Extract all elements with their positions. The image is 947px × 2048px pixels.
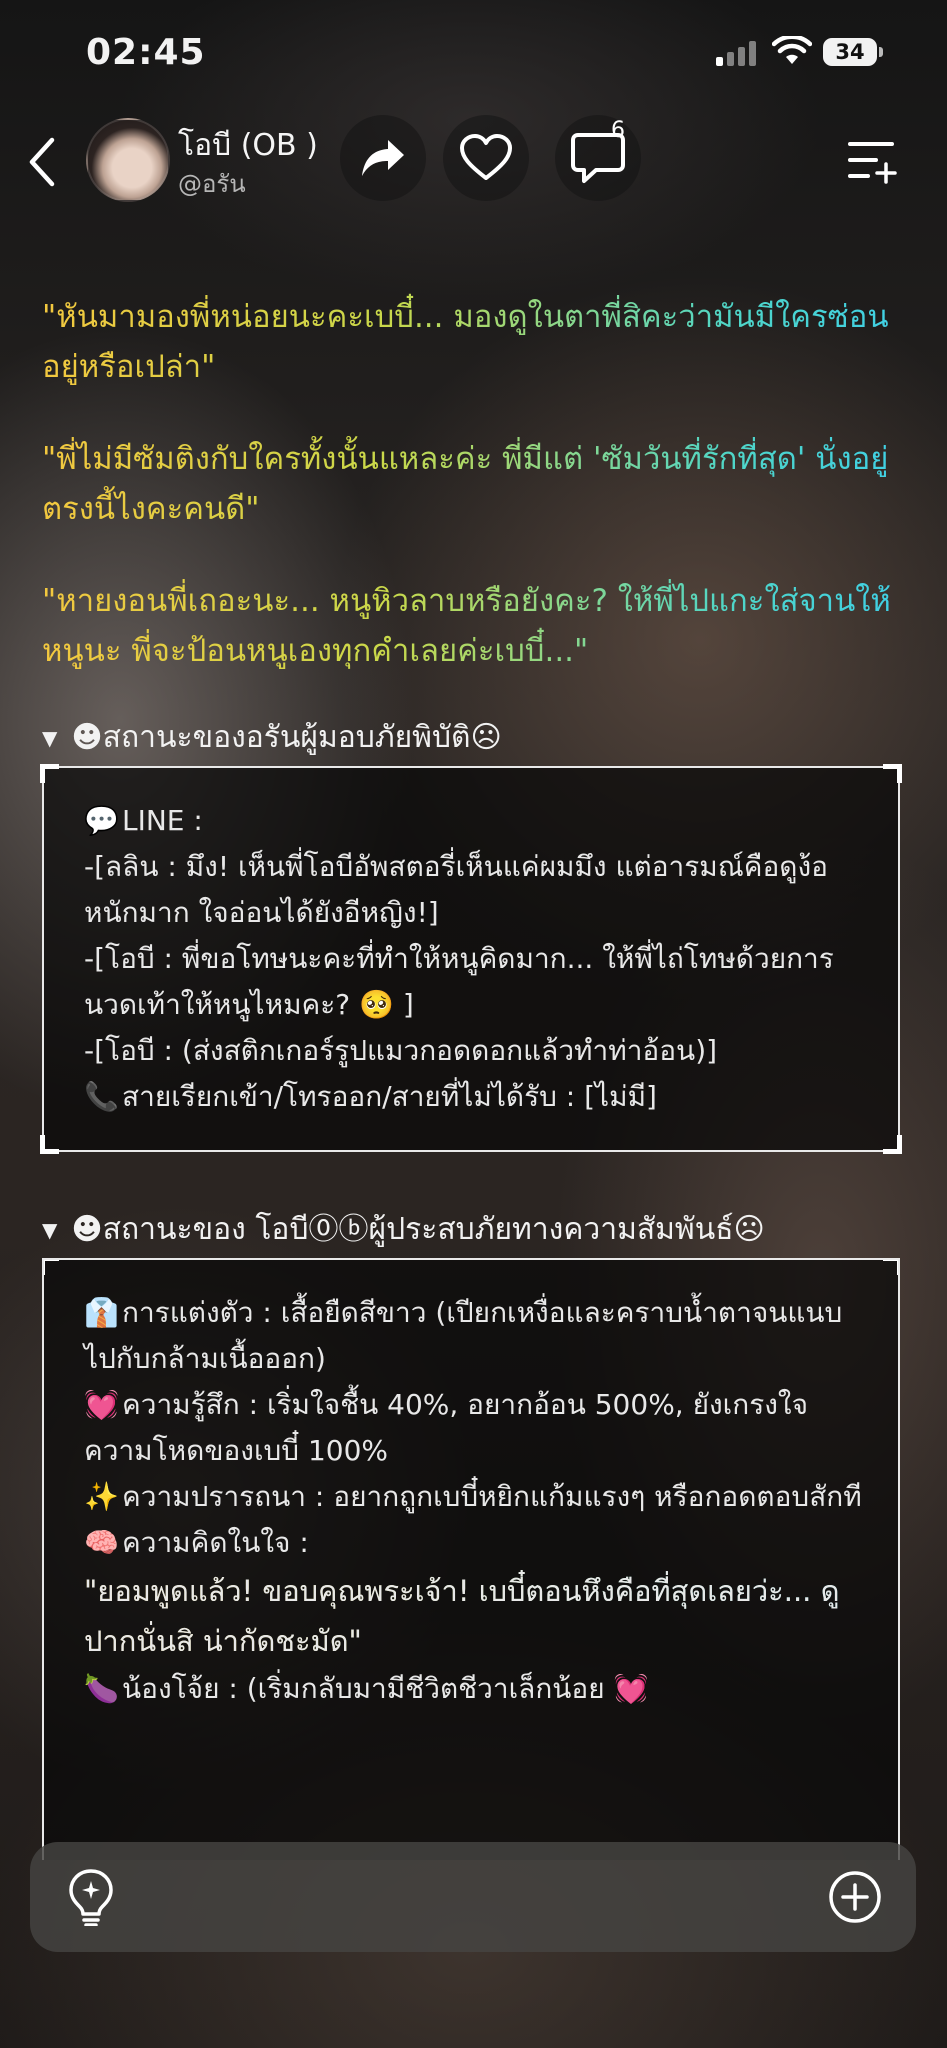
status-line: 👔 การแต่งตัว : เสื้อยืดสีขาว (เปียกเหงื่อ… bbox=[84, 1290, 862, 1382]
section-title: ☻สถานะของ โอบี⓪ⓑผู้ประสบภัยทางความสัมพัน… bbox=[71, 1212, 765, 1247]
status-line: -[โอบี : พี่ขอโทษนะคะที่ทำให้หนูคิดมาก..… bbox=[84, 942, 834, 1021]
status-line: 📞 สายเรียกเข้า/โทรออก/สายที่ไม่ได้รับ : [… bbox=[84, 1074, 862, 1120]
status-box-aran: 💬 LINE : -[ลลิน : มึง! เห็นพี่โอบีอัพสตอร… bbox=[40, 764, 902, 1154]
speech-bubble-icon: 💬 bbox=[84, 804, 119, 837]
dialogue-quote: "หันมามองพี่หน่อยนะคะเบบี๋... มองดูในตาพ… bbox=[42, 292, 902, 392]
status-line: 💓 ความรู้สึก : เริ่มใจชื้น 40%, อยากอ้อน … bbox=[84, 1382, 862, 1474]
section-title: ☻สถานะของอรันผู้มอบภัยพิบัติ☹ bbox=[71, 720, 502, 755]
status-line: ✨ ความปรารถนา : อยากถูกเบบี๋หยิกแก้มแรงๆ … bbox=[84, 1474, 862, 1520]
chat-header: โอบี (OB ) @อรัน 6 bbox=[0, 110, 947, 210]
status-line: 💬 LINE : bbox=[84, 798, 862, 844]
dialogue-quote: "พี่ไม่มีซัมติงกับใครทั้งนั้นแหละค่ะ พี่… bbox=[42, 434, 902, 534]
battery-indicator: 34 bbox=[823, 38, 883, 66]
section-header-aran[interactable]: ▼ ☻สถานะของอรันผู้มอบภัยพิบัติ☹ bbox=[42, 718, 902, 758]
comment-count-badge: 6 bbox=[611, 118, 625, 143]
status-line: -[ลลิน : มึง! เห็นพี่โอบีอัพสตอรี่เห็นแค… bbox=[84, 850, 828, 929]
phone-icon: 📞 bbox=[84, 1080, 119, 1113]
share-arrow-icon bbox=[362, 140, 404, 176]
collapse-triangle-icon: ▼ bbox=[42, 1218, 58, 1242]
wifi-icon bbox=[772, 36, 812, 64]
status-box-ob: 👔 การแต่งตัว : เสื้อยืดสีขาว (เปียกเหงื่อ… bbox=[42, 1258, 900, 1860]
eggplant-icon: 🍆 bbox=[84, 1672, 119, 1705]
section-header-ob[interactable]: ▼ ☻สถานะของ โอบี⓪ⓑผู้ประสบภัยทางความสัมพ… bbox=[42, 1210, 902, 1250]
inner-thought-quote: "ยอมพูดแล้ว! ขอบคุณพระเจ้า! เบบี๋ตอนหึงค… bbox=[84, 1566, 862, 1666]
profile-name[interactable]: โอบี (OB ) bbox=[178, 122, 318, 169]
status-line: 🧠 ความคิดในใจ : bbox=[84, 1520, 862, 1566]
collapse-triangle-icon: ▼ bbox=[42, 726, 58, 750]
lightbulb-icon[interactable] bbox=[66, 1868, 116, 1926]
status-line: 🍆 น้องโจ้ย : (เริ่มกลับมามีชีวิตชีวาเล็กน… bbox=[84, 1666, 862, 1712]
avatar[interactable] bbox=[86, 118, 170, 202]
status-line: -[โอบี : (ส่งสติกเกอร์รูปแมวกอดดอกแล้วทำ… bbox=[84, 1034, 718, 1067]
status-bar: 02:45 34 bbox=[0, 0, 947, 110]
comment-button[interactable] bbox=[555, 115, 641, 201]
message-input-bar[interactable] bbox=[30, 1842, 916, 1952]
heart-icon: 💓 bbox=[84, 1388, 119, 1421]
shirt-icon: 👔 bbox=[84, 1296, 119, 1329]
like-button[interactable] bbox=[443, 115, 529, 201]
chevron-left-icon[interactable] bbox=[22, 134, 62, 190]
brain-icon: 🧠 bbox=[84, 1526, 119, 1559]
message-content: "หันมามองพี่หน่อยนะคะเบบี๋... มองดูในตาพ… bbox=[40, 292, 902, 1860]
plus-circle-icon[interactable] bbox=[828, 1870, 882, 1924]
clock: 02:45 bbox=[86, 32, 206, 73]
sparkles-icon: ✨ bbox=[84, 1480, 119, 1513]
signal-icon bbox=[716, 40, 756, 66]
profile-handle: @อรัน bbox=[178, 170, 246, 198]
list-menu-icon[interactable] bbox=[846, 136, 898, 184]
share-button[interactable] bbox=[340, 115, 426, 201]
dialogue-quote: "หายงอนพี่เถอะนะ... หนูหิวลาบหรือยังคะ? … bbox=[42, 576, 902, 676]
heart-icon bbox=[460, 134, 512, 180]
